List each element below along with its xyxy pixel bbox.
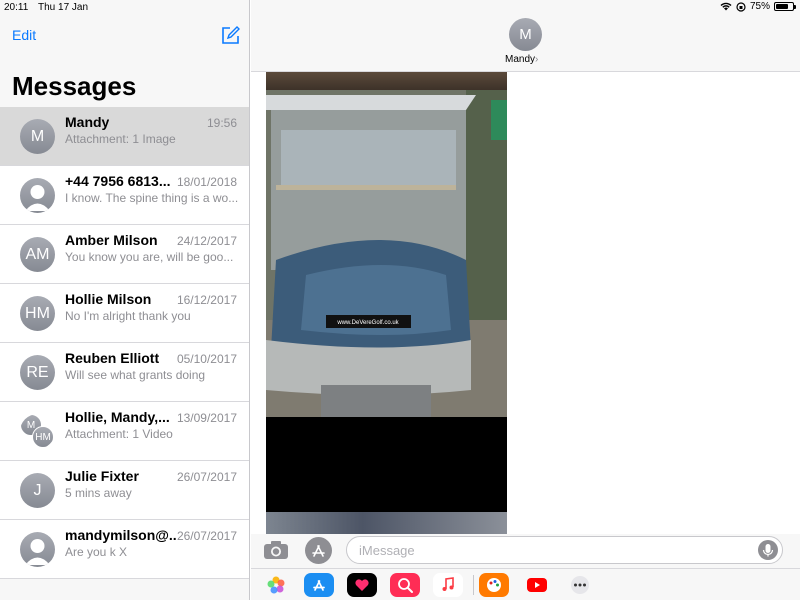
- apps-button[interactable]: [305, 537, 332, 564]
- conversation-time: 13/09/2017: [176, 411, 237, 425]
- chevron-right-icon: ›: [535, 54, 539, 65]
- app-drawer-divider: [473, 575, 474, 595]
- conversation-row[interactable]: +44 7956 6813... 18/01/2018 I know. The sp…: [0, 166, 249, 225]
- conversation-preview: Are you k X: [65, 545, 128, 559]
- message-input-placeholder: iMessage: [359, 543, 415, 558]
- camera-icon[interactable]: [263, 540, 289, 560]
- wifi-icon: [720, 2, 732, 11]
- message-input[interactable]: iMessage: [346, 536, 783, 564]
- sidebar-header: Edit Messages: [0, 0, 249, 107]
- conversation-name: Reuben Elliott: [65, 350, 160, 366]
- conversation-time: 18/01/2018: [176, 175, 237, 189]
- conversation-name: +44 7956 6813...: [65, 173, 171, 189]
- image-search-app-button[interactable]: [390, 573, 420, 597]
- photo-caption: www.DeVereGolf.co.uk: [336, 320, 399, 326]
- conversation-time: 26/07/2017: [176, 529, 237, 543]
- conversation-preview: No I'm alright thank you: [65, 309, 191, 323]
- group-avatar-front: HM: [32, 426, 54, 448]
- battery-percent: 75%: [749, 1, 770, 12]
- conversation-list: M Mandy 19:56 Attachment: 1 Image +44 7956 6…: [0, 107, 249, 579]
- page-title: Messages: [12, 71, 137, 101]
- conversation-name: Hollie Milson: [65, 291, 152, 307]
- person-silhouette-icon: [20, 532, 55, 567]
- contact-name[interactable]: Mandy: [505, 54, 535, 65]
- conversation-preview: Attachment: 1 Video: [65, 427, 173, 441]
- search-images-icon: [398, 578, 413, 593]
- conversation-time: 26/07/2017: [176, 470, 237, 484]
- conversation-row[interactable]: M Mandy 19:56 Attachment: 1 Image: [0, 107, 249, 166]
- conversation-name: Julie Fixter: [65, 468, 139, 484]
- edit-button[interactable]: Edit: [12, 27, 36, 43]
- conversation-sidebar: Edit Messages M Mandy 19:56 Attachment: 1 I…: [0, 0, 250, 600]
- conversation-time: 16/12/2017: [176, 293, 237, 307]
- golf-cart-photo: www.DeVereGolf.co.uk: [266, 90, 507, 417]
- conversation-time: 19:56: [206, 116, 237, 130]
- group-avatar: M HM: [20, 414, 55, 449]
- conversation-row[interactable]: RE Reuben Elliott 05/10/2017 Will see what …: [0, 343, 249, 402]
- music-app-button[interactable]: [433, 573, 463, 597]
- image-attachment[interactable]: www.DeVereGolf.co.uk: [266, 90, 507, 417]
- status-time: 20:11: [4, 2, 29, 13]
- more-icon: [571, 576, 589, 594]
- orientation-lock-icon: [736, 1, 746, 12]
- photos-icon: [267, 576, 285, 594]
- digital-touch-app-button[interactable]: [347, 573, 377, 597]
- paint-icon: [487, 578, 501, 592]
- conversation-name: Mandy: [65, 114, 110, 130]
- conversation-time: 05/10/2017: [176, 352, 237, 366]
- app-drawer: [251, 568, 800, 600]
- app-store-icon: [313, 580, 325, 591]
- avatar: HM: [20, 296, 55, 331]
- conversation-preview: Will see what grants doing: [65, 368, 206, 382]
- conversation-name: Hollie, Mandy,...: [65, 409, 170, 425]
- message-composer: iMessage: [251, 534, 800, 568]
- paint-app-button[interactable]: [479, 573, 509, 597]
- image-attachment-top[interactable]: [266, 72, 507, 90]
- conversation-preview: I know. The spine thing is a wo...: [65, 191, 239, 205]
- photos-app-button[interactable]: [261, 573, 291, 597]
- avatar: AM: [20, 237, 55, 272]
- conversation-name: Amber Milson: [65, 232, 158, 248]
- battery-icon: [774, 2, 796, 11]
- compose-icon[interactable]: [221, 25, 241, 45]
- avatar: RE: [20, 355, 55, 390]
- digital-touch-icon: [355, 579, 369, 591]
- more-apps-button[interactable]: [565, 573, 595, 597]
- conversation-row[interactable]: M HM Hollie, Mandy,... 13/09/2017 Attachment…: [0, 402, 249, 461]
- contact-avatar[interactable]: M: [509, 18, 542, 51]
- youtube-icon: [527, 578, 547, 592]
- conversation-row[interactable]: J Julie Fixter 26/07/2017 5 mins away: [0, 461, 249, 520]
- conversation-time: 24/12/2017: [176, 234, 237, 248]
- status-right: 75%: [720, 1, 796, 12]
- conversation-row[interactable]: AM Amber Milson 24/12/2017 You know you are…: [0, 225, 249, 284]
- app-store-app-button[interactable]: [304, 573, 334, 597]
- status-bar: 20:11 Thu 17 Jan 75%: [0, 0, 800, 16]
- music-icon: [442, 577, 454, 591]
- conversation-row[interactable]: HM Hollie Milson 16/12/2017 No I'm alright …: [0, 284, 249, 343]
- youtube-app-button[interactable]: [522, 573, 552, 597]
- person-silhouette-icon: [20, 178, 55, 213]
- conversation-preview: Attachment: 1 Image: [65, 132, 176, 146]
- microphone-button[interactable]: [758, 540, 778, 560]
- conversation-preview: 5 mins away: [65, 486, 132, 500]
- conversation-name: mandymilson@...: [65, 527, 177, 543]
- status-date: Thu 17 Jan: [38, 2, 89, 13]
- image-attachment-bottom[interactable]: [266, 512, 507, 534]
- conversation-preview: You know you are, will be goo...: [65, 250, 234, 264]
- video-attachment[interactable]: [266, 417, 507, 512]
- conversation-row[interactable]: mandymilson@... 26/07/2017 Are you k X: [0, 520, 249, 579]
- microphone-icon: [762, 544, 774, 557]
- app-store-icon: [312, 545, 325, 557]
- avatar: J: [20, 473, 55, 508]
- conversation-view: M Mandy › www.DeVereGolf.co.uk iMessage: [251, 0, 800, 600]
- avatar: M: [20, 119, 55, 154]
